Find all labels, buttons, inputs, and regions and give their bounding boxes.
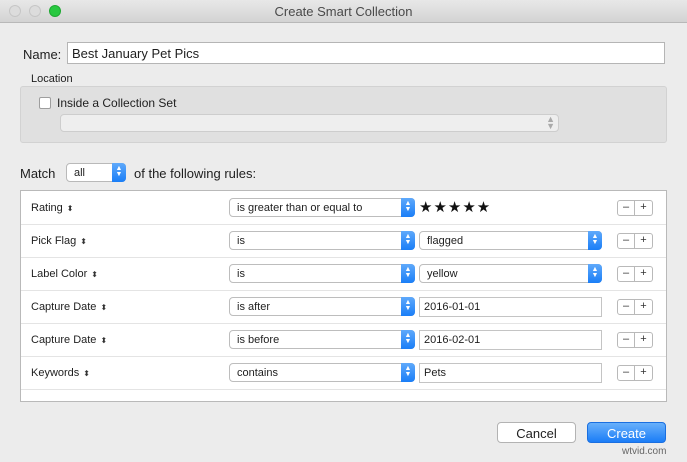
add-rule-button[interactable]: +	[635, 200, 653, 216]
rule-buttons: – +	[617, 332, 655, 348]
match-label: Match	[20, 166, 56, 181]
rule-operator-value: contains	[237, 367, 278, 379]
name-input[interactable]	[67, 42, 665, 64]
updown-arrows-icon: ▲ ▼	[401, 363, 415, 382]
rule-operator-value: is greater than or equal to	[237, 202, 363, 214]
updown-arrows-icon: ⬍	[83, 369, 90, 378]
rule-field-label: Pick Flag	[31, 235, 77, 247]
rule-field-label: Keywords	[31, 367, 80, 379]
remove-rule-button[interactable]: –	[617, 299, 635, 315]
remove-rule-button[interactable]: –	[617, 233, 635, 249]
rule-field-label: Capture Date	[31, 334, 97, 346]
updown-arrows-icon: ▲ ▼	[401, 231, 415, 250]
rule-row: Capture Date⬍ is after ▲▼ – +	[21, 290, 666, 324]
rule-operator-value: is before	[237, 334, 280, 346]
updown-arrows-icon: ▲ ▼	[588, 231, 602, 250]
cancel-button[interactable]: Cancel	[497, 422, 576, 443]
rule-field-select[interactable]: Keywords ⬍	[31, 367, 90, 379]
rule-value: yellow	[427, 268, 458, 280]
window-title: Create Smart Collection	[274, 4, 413, 19]
match-select[interactable]: all ▲ ▼	[66, 163, 126, 182]
rule-field-label: Capture Date	[31, 301, 97, 313]
rule-row: Capture Date⬍ is before ▲▼ – +	[21, 323, 666, 357]
rule-value-input[interactable]	[419, 330, 602, 350]
rule-buttons: – +	[617, 233, 655, 249]
remove-rule-button[interactable]: –	[617, 266, 635, 282]
rule-operator-select[interactable]: is after ▲ ▼	[229, 297, 415, 316]
create-button[interactable]: Create	[587, 422, 666, 443]
collection-set-select[interactable]: ▲ ▼	[60, 114, 559, 132]
match-value: all	[74, 167, 86, 179]
rule-operator-value: is after	[237, 301, 271, 313]
rule-operator-value: is	[237, 235, 245, 247]
rule-row: Label Color ⬍ is ▲ ▼ yellow ▲ ▼ – +	[21, 257, 666, 291]
add-rule-button[interactable]: +	[635, 266, 653, 282]
location-label: Location	[31, 73, 73, 85]
remove-rule-button[interactable]: –	[617, 332, 635, 348]
remove-rule-button[interactable]: –	[617, 200, 635, 216]
rule-row: Keywords⬍ contains ▲▼ – +	[21, 356, 666, 390]
rule-value-input[interactable]	[419, 297, 602, 317]
rule-field-select[interactable]: Capture Date ⬍	[31, 334, 107, 346]
updown-arrows-icon: ⬍	[91, 270, 98, 279]
rule-field-select[interactable]: Pick Flag ⬍	[31, 235, 87, 247]
rule-buttons: – +	[617, 200, 655, 216]
rule-field-select[interactable]: Capture Date ⬍	[31, 301, 107, 313]
rules-list: Rating ⬍ is greater than or equal to ▲ ▼ ★★…	[20, 190, 667, 402]
inside-collection-set-checkbox[interactable]	[39, 97, 51, 109]
name-label: Name:	[23, 47, 62, 62]
rule-operator-select[interactable]: is greater than or equal to ▲ ▼	[229, 198, 415, 217]
inside-collection-set-label[interactable]: Inside a Collection Set	[57, 96, 176, 110]
updown-arrows-icon: ▲ ▼	[401, 330, 415, 349]
rule-buttons: – +	[617, 299, 655, 315]
rule-field-label: Rating	[31, 202, 63, 214]
add-rule-button[interactable]: +	[635, 233, 653, 249]
rule-field-select[interactable]: Rating ⬍	[31, 202, 74, 214]
rule-row: Pick Flag ⬍ is ▲ ▼ flagged ▲ ▼ – +	[21, 224, 666, 258]
rule-operator-select[interactable]: contains ▲ ▼	[229, 363, 415, 382]
updown-arrows-icon: ⬍	[80, 237, 87, 246]
rating-stars[interactable]: ★★★★★	[419, 198, 491, 216]
updown-arrows-icon: ▲ ▼	[401, 297, 415, 316]
updown-arrows-icon: ▲ ▼	[588, 264, 602, 283]
rule-buttons: – +	[617, 365, 655, 381]
rule-operator-value: is	[237, 268, 245, 280]
updown-arrows-icon: ⬍	[100, 303, 108, 312]
updown-arrows-icon: ▲ ▼	[546, 114, 555, 131]
rule-field-select[interactable]: Label Color ⬍	[31, 268, 98, 280]
updown-arrows-icon: ⬍	[100, 336, 108, 345]
rule-field-label: Label Color	[31, 268, 88, 280]
updown-arrows-icon: ▲ ▼	[401, 264, 415, 283]
updown-arrows-icon: ⬍	[66, 204, 74, 213]
rule-operator-select[interactable]: is ▲ ▼	[229, 264, 415, 283]
rule-value-select[interactable]: yellow ▲ ▼	[419, 264, 602, 283]
add-rule-button[interactable]: +	[635, 332, 653, 348]
add-rule-button[interactable]: +	[635, 299, 653, 315]
rule-row: Rating ⬍ is greater than or equal to ▲ ▼ ★★…	[21, 191, 666, 225]
watermark: wtvid.com	[622, 446, 667, 457]
rule-operator-select[interactable]: is before ▲ ▼	[229, 330, 415, 349]
rule-value-input[interactable]	[419, 363, 602, 383]
match-suffix: of the following rules:	[134, 166, 257, 181]
title-bar: Create Smart Collection	[0, 0, 687, 23]
rule-buttons: – +	[617, 266, 655, 282]
remove-rule-button[interactable]: –	[617, 365, 635, 381]
rule-operator-select[interactable]: is ▲ ▼	[229, 231, 415, 250]
rule-value: flagged	[427, 235, 464, 247]
updown-arrows-icon: ▲ ▼	[401, 198, 415, 217]
add-rule-button[interactable]: +	[635, 365, 653, 381]
updown-arrows-icon: ▲ ▼	[112, 163, 126, 182]
rule-value-select[interactable]: flagged ▲ ▼	[419, 231, 602, 250]
